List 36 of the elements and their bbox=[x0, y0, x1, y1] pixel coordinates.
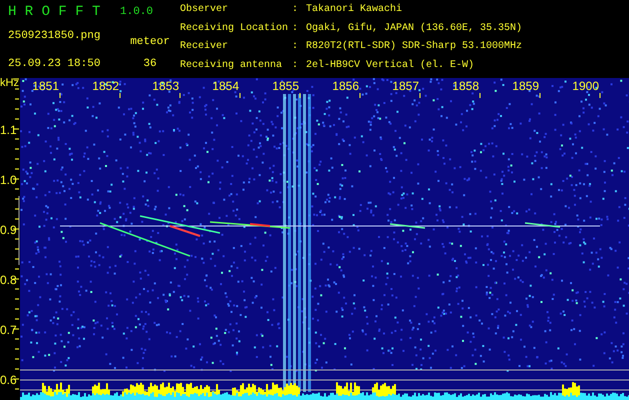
info-label: Receiving Location bbox=[180, 22, 290, 36]
x-tick-label: 1858 bbox=[452, 79, 479, 93]
x-tick-label: 1855 bbox=[272, 79, 299, 93]
x-tick-label: 1854 bbox=[212, 79, 239, 93]
x-tick-label: 1851 bbox=[32, 79, 59, 93]
timestamp-label: 25.09.23 18:50 bbox=[8, 57, 102, 72]
y-tick-label: 1.0 bbox=[0, 173, 17, 187]
info-separator: : bbox=[292, 41, 300, 54]
x-tick-label: 1857 bbox=[392, 79, 419, 93]
x-tick-label: 1856 bbox=[332, 79, 359, 93]
info-value: 2el-HB9CV Vertical (el. E-W) bbox=[306, 60, 476, 72]
info-label: Receiving antenna bbox=[180, 60, 284, 72]
x-tick-label: 1852 bbox=[92, 79, 119, 93]
info-separator: : bbox=[292, 4, 300, 17]
info-separator: : bbox=[292, 60, 300, 72]
marker-line bbox=[18, 196, 20, 266]
x-tick-label: 1853 bbox=[152, 79, 179, 93]
x-tick-label: 1859 bbox=[512, 79, 539, 93]
info-separator: : bbox=[292, 22, 300, 36]
info-label: Receiver bbox=[180, 41, 230, 54]
y-tick-label: 0.8 bbox=[0, 273, 17, 287]
app-title: H R O F F T bbox=[8, 4, 102, 22]
y-tick-label: 1.1 bbox=[0, 123, 17, 137]
y-tick-label: 0.7 bbox=[0, 323, 17, 337]
info-value: Takanori Kawachi bbox=[306, 4, 404, 17]
y-tick-label: 0.6 bbox=[0, 373, 17, 387]
y-tick-label: 0.9 bbox=[0, 223, 17, 237]
info-value: R820T2(RTL-SDR) SDR-Sharp 53.1000MHz bbox=[306, 41, 522, 54]
info-value: Ogaki, Gifu, JAPAN (136.60E, 35.35N) bbox=[306, 22, 522, 36]
info-label: Observer bbox=[180, 4, 230, 17]
unit-label: kHz bbox=[0, 78, 19, 89]
meteor-count: 36 bbox=[142, 57, 158, 72]
x-tick-label: 1900 bbox=[572, 79, 599, 93]
meteor-label: meteor bbox=[129, 34, 171, 50]
version-label: 1.0.0 bbox=[120, 5, 154, 20]
filename-label: 2509231850.png bbox=[8, 28, 102, 44]
